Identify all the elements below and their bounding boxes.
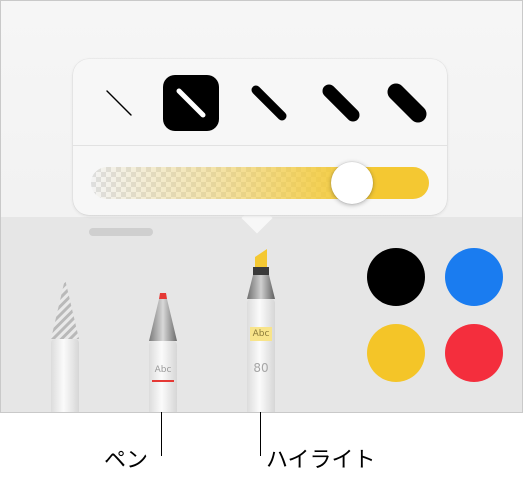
pen-sample-text: Abc <box>154 365 172 375</box>
pen-callout-line <box>161 412 162 456</box>
drag-handle[interactable] <box>89 228 153 236</box>
line-thick-icon <box>322 84 360 122</box>
opacity-slider[interactable] <box>91 167 429 199</box>
pencil-icon <box>51 279 79 412</box>
popover-divider <box>73 145 447 146</box>
highlighter-callout: ハイライト <box>266 448 376 473</box>
markup-screen: Abc Abc 80 <box>0 0 523 413</box>
thickness-option-1[interactable] <box>91 75 147 131</box>
thickness-option-5[interactable] <box>379 75 435 131</box>
pen-ink-underline <box>152 380 174 382</box>
color-swatch-red[interactable] <box>445 324 503 382</box>
color-swatch-yellow[interactable] <box>367 324 425 382</box>
pen-callout: ペン <box>104 448 149 473</box>
highlighter-callout-line <box>260 412 261 456</box>
line-medium-icon <box>251 85 287 121</box>
highlighter-sample-text: Abc <box>250 327 272 341</box>
thickness-option-2[interactable] <box>163 75 219 131</box>
opacity-gradient <box>91 167 429 199</box>
highlighter-opacity-label: 80 <box>253 361 269 375</box>
pen-tool[interactable]: Abc <box>143 287 183 412</box>
thickness-option-4[interactable] <box>313 75 369 131</box>
pen-icon <box>149 293 177 412</box>
line-thin-icon <box>176 88 206 118</box>
color-swatch-blue[interactable] <box>445 248 503 306</box>
line-thinnest-icon <box>106 90 132 116</box>
highlighter-tool[interactable]: Abc 80 <box>241 247 281 412</box>
pencil-tool[interactable] <box>45 277 85 412</box>
thickness-option-3[interactable] <box>241 75 297 131</box>
line-thickest-icon <box>387 83 427 123</box>
opacity-slider-thumb[interactable] <box>330 162 373 204</box>
color-swatch-black[interactable] <box>367 248 425 306</box>
